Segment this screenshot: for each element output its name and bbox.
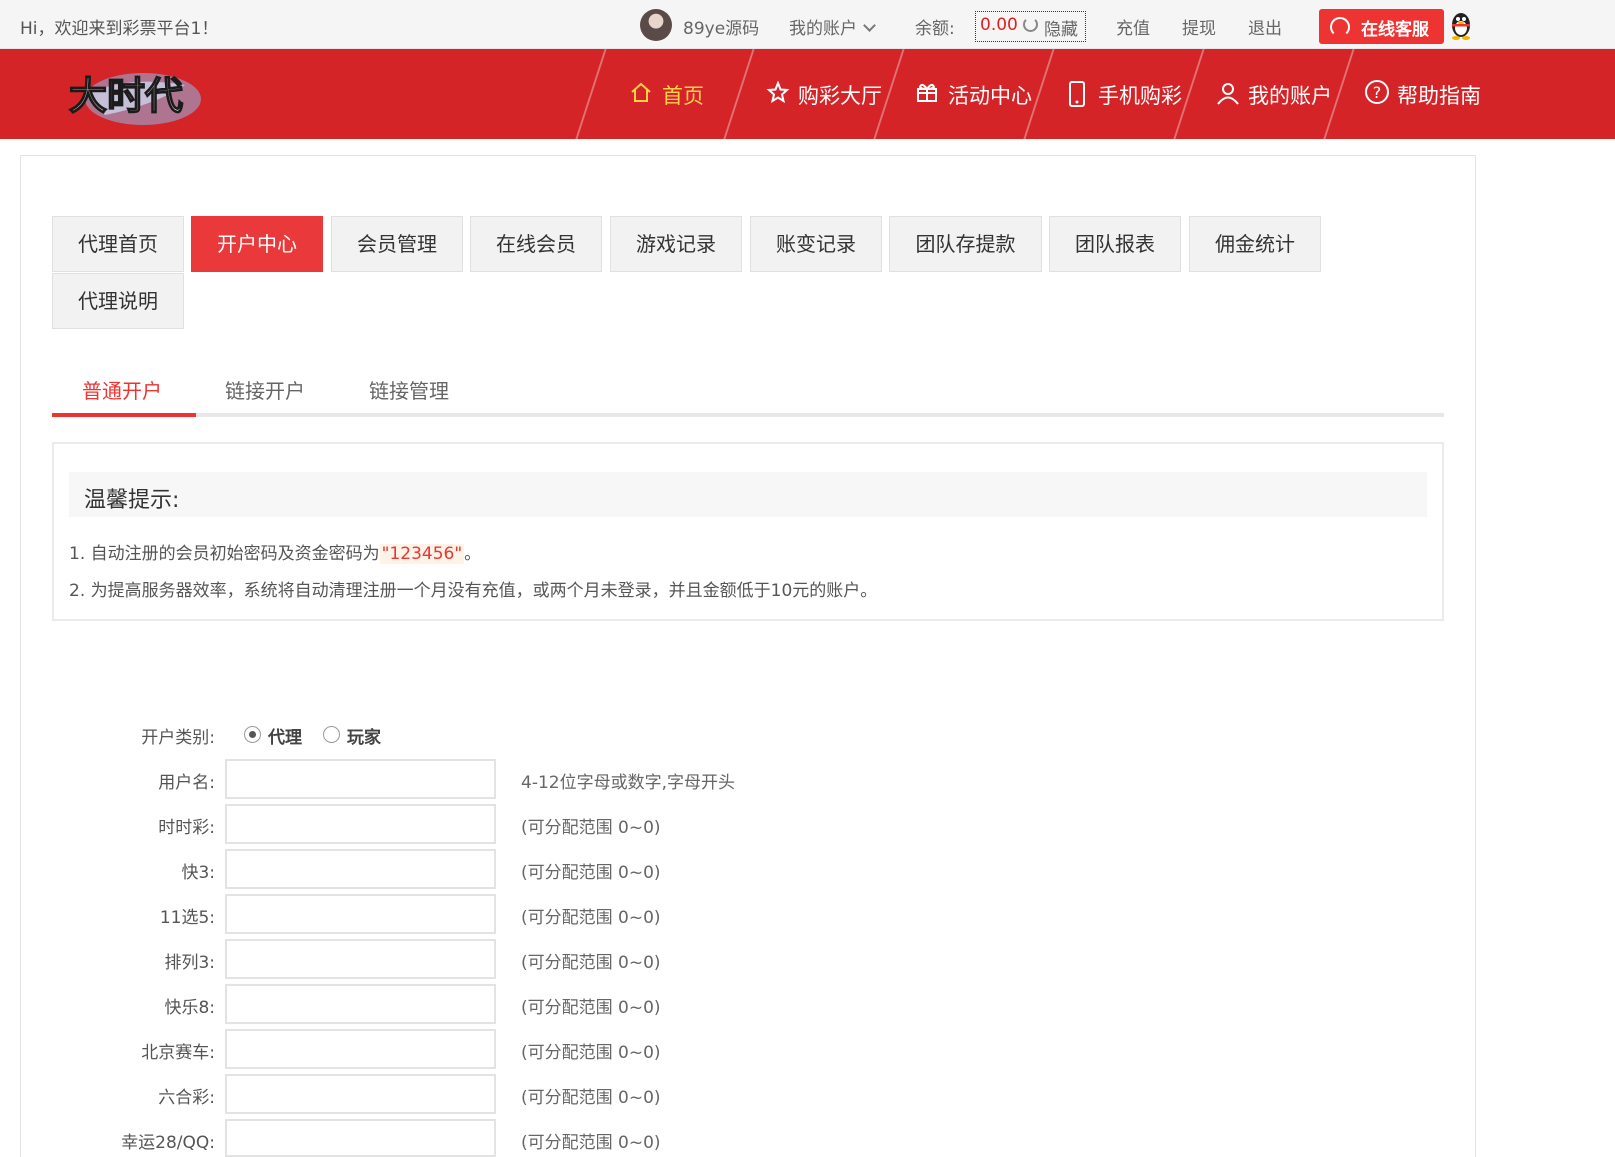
nav-mobile-label: 手机购彩 (1098, 84, 1182, 108)
tab-team-deposits[interactable]: 团队存提款 (889, 216, 1042, 272)
pl3-hint: (可分配范围 0~0) (521, 953, 661, 973)
lhc-label: 六合彩: (158, 1088, 215, 1108)
pk10-input[interactable] (225, 1029, 496, 1069)
home-icon (631, 82, 651, 102)
pk10-label: 北京赛车: (141, 1043, 215, 1063)
tab-account-changes[interactable]: 账变记录 (750, 216, 882, 272)
tab-agent-info[interactable]: 代理说明 (52, 273, 184, 329)
tab-member-management[interactable]: 会员管理 (331, 216, 463, 272)
k3-input[interactable] (225, 849, 496, 889)
pc28-hint: (可分配范围 0~0) (521, 1133, 661, 1153)
11x5-input[interactable] (225, 894, 496, 934)
tab-online-members[interactable]: 在线会员 (470, 216, 602, 272)
tab-account-center[interactable]: 开户中心 (191, 216, 323, 272)
k3-label: 快3: (181, 863, 215, 883)
recharge-link[interactable]: 充值 (1116, 14, 1150, 39)
site-logo[interactable]: 大时代 (65, 55, 215, 133)
subtab-link-management[interactable]: 链接管理 (369, 375, 449, 404)
nav-events-label: 活动中心 (948, 84, 1032, 108)
default-password: "123456" (379, 544, 465, 564)
tip-line-1: 1. 自动注册的会员初始密码及资金密码为 "123456"。 (69, 539, 481, 564)
online-service-button[interactable]: 在线客服 (1319, 9, 1444, 44)
lhc-hint: (可分配范围 0~0) (521, 1088, 661, 1108)
subtab-divider (52, 413, 1444, 417)
pk10-hint: (可分配范围 0~0) (521, 1043, 661, 1063)
pl3-input[interactable] (225, 939, 496, 979)
nav-help-label: 帮助指南 (1397, 84, 1481, 108)
greeting-text: Hi，欢迎来到彩票平台1！ (20, 19, 219, 39)
tips-title: 温馨提示: (84, 488, 180, 513)
pc28-input[interactable] (225, 1119, 496, 1157)
mobile-icon (1069, 81, 1085, 107)
nav-my-account-label: 我的账户 (1248, 84, 1332, 108)
balance-value: 0.00 (980, 15, 1018, 35)
logout-link[interactable]: 退出 (1248, 14, 1282, 39)
balance-label: 余额: (915, 19, 955, 39)
nav-home-label: 首页 (662, 84, 704, 108)
username-link[interactable]: 89ye源码 (683, 14, 759, 39)
tip-line-1-suffix: 。 (464, 544, 482, 564)
tips-header: 温馨提示: (69, 472, 1427, 517)
tip-line-2: 2. 为提高服务器效率，系统将自动清理注册一个月没有充值，或两个月未登录，并且金… (69, 581, 878, 601)
subtab-active-indicator (52, 413, 196, 417)
star-icon (766, 81, 790, 103)
withdraw-link[interactable]: 提现 (1182, 14, 1216, 39)
player-radio-label[interactable]: 玩家 (347, 723, 381, 748)
pc28-label: 幸运28/QQ: (121, 1133, 215, 1153)
avatar[interactable] (640, 9, 672, 41)
tab-team-reports[interactable]: 团队报表 (1049, 216, 1181, 272)
username-label: 用户名: (158, 773, 215, 793)
ssc-hint: (可分配范围 0~0) (521, 818, 661, 838)
tip-line-1-text: 1. 自动注册的会员初始密码及资金密码为 (69, 544, 380, 564)
agent-radio[interactable] (244, 726, 261, 743)
ssc-label: 时时彩: (158, 818, 215, 838)
account-type-label: 开户类别: (141, 728, 215, 748)
user-icon (1217, 83, 1239, 105)
hide-balance-button[interactable]: 隐藏 (1044, 15, 1078, 40)
subtab-normal-account[interactable]: 普通开户 (82, 375, 162, 404)
agent-radio-label[interactable]: 代理 (268, 723, 302, 748)
lhc-input[interactable] (225, 1074, 496, 1114)
11x5-hint: (可分配范围 0~0) (521, 908, 661, 928)
player-radio[interactable] (323, 726, 340, 743)
my-account-label: 我的账户 (789, 19, 857, 39)
my-account-dropdown[interactable]: 我的账户 (789, 14, 876, 39)
tips-box: 温馨提示: 1. 自动注册的会员初始密码及资金密码为 "123456"。 2. 为… (52, 442, 1444, 621)
online-service-label: 在线客服 (1361, 20, 1429, 40)
subtab-link-account[interactable]: 链接开户 (225, 375, 305, 404)
gift-icon (917, 83, 937, 102)
tab-agent-home[interactable]: 代理首页 (52, 216, 184, 272)
chevron-down-icon (863, 19, 876, 32)
username-input[interactable] (225, 759, 496, 799)
main-header: 大时代 首页 购彩大厅 活动中心 手机购彩 我的账户 ? 帮助指南 (0, 49, 1615, 139)
k3-hint: (可分配范围 0~0) (521, 863, 661, 883)
kl8-hint: (可分配范围 0~0) (521, 998, 661, 1018)
nav-lottery-hall-label: 购彩大厅 (798, 84, 882, 108)
help-icon: ? (1365, 80, 1389, 104)
pl3-label: 排列3: (164, 953, 215, 973)
svg-text:大时代: 大时代 (69, 73, 183, 118)
username-hint: 4-12位字母或数字,字母开头 (521, 773, 735, 793)
ssc-input[interactable] (225, 804, 496, 844)
tab-commission-stats[interactable]: 佣金统计 (1189, 216, 1321, 272)
11x5-label: 11选5: (159, 908, 215, 928)
svg-text:?: ? (1373, 83, 1382, 102)
top-bar: Hi，欢迎来到彩票平台1！ 89ye源码 我的账户 余额: 0.00 隐藏 充值… (0, 0, 1615, 49)
kl8-input[interactable] (225, 984, 496, 1024)
kl8-label: 快乐8: (164, 998, 215, 1018)
qq-penguin-icon[interactable] (1449, 10, 1473, 40)
headset-icon (1330, 17, 1350, 37)
balance-box: 0.00 隐藏 (975, 11, 1086, 42)
tab-game-records[interactable]: 游戏记录 (610, 216, 742, 272)
refresh-icon[interactable] (1023, 17, 1038, 32)
